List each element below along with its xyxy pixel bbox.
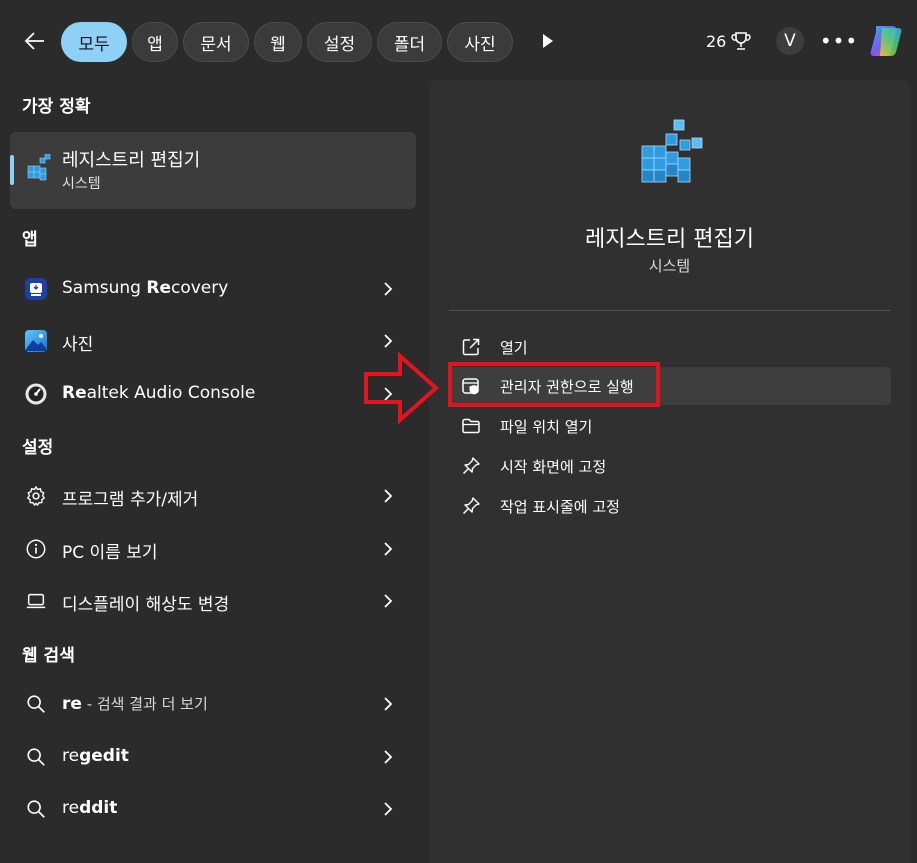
action-pin-to-start[interactable]: 시작 화면에 고정: [449, 447, 891, 485]
list-item-view-pc-name[interactable]: PC 이름 보기: [10, 525, 416, 573]
pin-icon: [462, 497, 480, 515]
detail-subtitle: 시스템: [648, 257, 691, 275]
action-pin-to-taskbar[interactable]: 작업 표시줄에 고정: [449, 487, 891, 525]
setting-label: 프로그램 추가/제거: [62, 490, 199, 510]
samsung-recovery-icon: [24, 277, 48, 301]
search-icon: [24, 797, 48, 821]
trophy-icon: [731, 32, 751, 50]
setting-label: PC 이름 보기: [62, 543, 158, 563]
web-search-label: re - 검색 결과 더 보기: [62, 694, 208, 714]
chevron-right-icon[interactable]: [380, 539, 396, 559]
selection-indicator: [10, 155, 14, 185]
realtek-audio-icon: [24, 382, 48, 406]
highlight-box: [448, 362, 660, 407]
apps-heading: 앱: [22, 230, 38, 250]
web-search-label: regedit: [62, 746, 129, 766]
action-open[interactable]: 열기: [449, 328, 891, 366]
list-item-photos[interactable]: 사진: [10, 317, 416, 365]
more-filters-button[interactable]: [536, 30, 558, 52]
chevron-right-icon[interactable]: [380, 799, 396, 819]
photos-icon: [24, 329, 48, 353]
best-match-title: 레지스트리 편집기: [62, 150, 201, 171]
list-item-web-re[interactable]: re - 검색 결과 더 보기: [10, 680, 416, 728]
arrow-left-icon: [24, 32, 44, 50]
setting-label: 디스플레이 해상도 변경: [62, 595, 230, 615]
more-options-button[interactable]: •••: [820, 28, 857, 54]
action-open-file-location[interactable]: 파일 위치 열기: [449, 407, 891, 445]
app-label: 사진: [62, 335, 94, 355]
account-avatar[interactable]: V: [776, 27, 804, 55]
search-icon: [24, 745, 48, 769]
tab-photos[interactable]: 사진: [447, 22, 513, 62]
tab-settings[interactable]: 설정: [307, 22, 372, 62]
back-button[interactable]: [20, 26, 50, 56]
web-search-label: reddit: [62, 798, 118, 818]
action-label: 열기: [500, 339, 528, 357]
divider: [449, 310, 891, 311]
list-item-realtek-audio-console[interactable]: Realtek Audio Console: [10, 370, 416, 418]
arrow-right-annotation-icon: [364, 352, 440, 424]
chevron-right-icon[interactable]: [380, 279, 396, 299]
list-item-samsung-recovery[interactable]: Samsung Recovery: [10, 265, 416, 313]
tab-documents[interactable]: 문서: [183, 22, 249, 62]
tab-web[interactable]: 웹: [254, 22, 302, 62]
chevron-right-icon[interactable]: [380, 486, 396, 506]
list-item-web-reddit[interactable]: reddit: [10, 785, 416, 833]
search-icon: [24, 692, 48, 716]
laptop-icon: [24, 589, 48, 613]
settings-heading: 설정: [22, 438, 54, 458]
chevron-right-icon[interactable]: [380, 591, 396, 611]
chevron-right-icon[interactable]: [380, 331, 396, 351]
top-bar: 모두 앱 문서 웹 설정 폴더 사진 26 V •••: [0, 0, 917, 80]
list-item-web-regedit[interactable]: regedit: [10, 733, 416, 781]
tab-folders[interactable]: 폴더: [377, 22, 442, 62]
pin-icon: [462, 457, 480, 475]
registry-editor-icon: [27, 154, 51, 181]
registry-editor-large-icon: [641, 119, 703, 183]
open-external-icon: [462, 338, 480, 356]
tab-apps[interactable]: 앱: [132, 22, 178, 62]
list-item-add-remove-programs[interactable]: 프로그램 추가/제거: [10, 472, 416, 520]
folder-icon: [462, 418, 480, 434]
info-icon: [24, 537, 48, 561]
rewards-points[interactable]: 26: [706, 30, 752, 52]
gear-icon: [24, 484, 48, 508]
list-item-display-resolution[interactable]: 디스플레이 해상도 변경: [10, 577, 416, 625]
detail-title: 레지스트리 편집기: [585, 227, 754, 252]
best-match-heading: 가장 정확: [22, 97, 91, 117]
app-label: Samsung Recovery: [62, 278, 229, 298]
chevron-right-icon[interactable]: [380, 747, 396, 767]
app-label: Realtek Audio Console: [62, 383, 256, 403]
web-search-heading: 웹 검색: [22, 646, 75, 666]
tab-all[interactable]: 모두: [61, 22, 127, 62]
chevron-right-icon[interactable]: [380, 694, 396, 714]
action-label: 파일 위치 열기: [500, 418, 593, 436]
action-label: 작업 표시줄에 고정: [500, 498, 620, 516]
play-icon: [543, 34, 553, 48]
best-match-subtitle: 시스템: [62, 176, 101, 192]
copilot-icon[interactable]: [866, 22, 906, 60]
points-count: 26: [706, 31, 727, 51]
action-label: 시작 화면에 고정: [500, 458, 607, 476]
